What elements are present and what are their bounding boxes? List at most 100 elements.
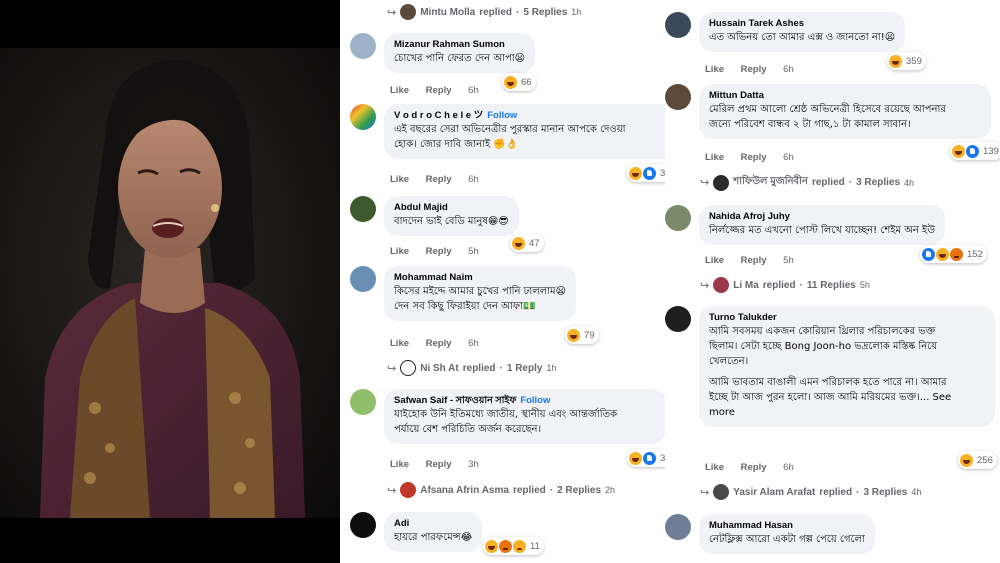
haha-reaction-icon xyxy=(629,451,642,465)
reply-arrow-icon: ↪ xyxy=(387,484,397,497)
reply-button[interactable]: Reply xyxy=(426,85,452,96)
reply-button[interactable]: Reply xyxy=(426,246,452,257)
comment-bubble: Safwan Saif - সাফওয়ান সাইফ Follow যাইহোক… xyxy=(384,389,666,444)
reply-author[interactable]: Li Ma xyxy=(733,280,759,291)
comment-time: 6h xyxy=(783,64,794,75)
haha-reaction-icon xyxy=(567,328,580,342)
commenter-name[interactable]: Muhammad Hasan xyxy=(709,519,865,532)
see-more-link[interactable]: more xyxy=(709,405,985,420)
avatar[interactable] xyxy=(350,266,376,292)
reaction-count: 359 xyxy=(906,55,922,67)
commenter-name[interactable]: Mizanur Rahman Sumon xyxy=(394,38,525,51)
reply-author[interactable]: Yasir Alam Arafat xyxy=(733,487,815,498)
reply-count[interactable]: 3 Replies xyxy=(856,177,900,188)
commenter-name[interactable]: Mittun Datta xyxy=(709,89,981,102)
comment-bubble: Muhammad Hasan নেটফ্লিক্স আরো একটা গল্প … xyxy=(699,514,875,554)
like-button[interactable]: Like xyxy=(390,174,409,185)
commenter-name[interactable]: Abdul Majid xyxy=(394,201,509,214)
comments-column-left: ↪ Mintu Molla replied · 5 Replies 1h Miz… xyxy=(345,0,676,563)
commenter-name-text[interactable]: Safwan Saif - সাফওয়ান সাইফ xyxy=(394,395,516,406)
commenter-name[interactable]: Hussain Tarek Ashes xyxy=(709,17,895,30)
comment-text-line: পর্যায়ে বেশ পরিচিতি অর্জন করেছেন। xyxy=(394,424,542,435)
reply-button[interactable]: Reply xyxy=(741,255,767,266)
reply-count[interactable]: 2 Replies xyxy=(557,485,601,496)
reply-author[interactable]: Afsana Afrin Asma xyxy=(420,485,509,496)
reply-button[interactable]: Reply xyxy=(741,462,767,473)
commenter-name-text[interactable]: V o d r o C h e l e ツ xyxy=(394,110,483,121)
reply-thread-link[interactable]: ↪ Yasir Alam Arafat replied · 3 Replies … xyxy=(700,484,921,500)
reply-count[interactable]: 1 Reply xyxy=(507,363,543,374)
reply-thread-link[interactable]: ↪ Ni Sh At replied · 1 Reply 1h xyxy=(387,360,556,376)
reply-button[interactable]: Reply xyxy=(426,174,452,185)
avatar xyxy=(713,174,730,191)
like-button[interactable]: Like xyxy=(390,85,409,96)
reaction-summary[interactable]: 11 xyxy=(483,537,544,555)
follow-button[interactable]: Follow xyxy=(520,395,550,406)
avatar[interactable] xyxy=(350,389,376,415)
avatar[interactable] xyxy=(665,205,691,231)
reaction-summary[interactable]: 47 xyxy=(510,234,544,252)
comment-actions: Like Reply 5h xyxy=(705,255,808,266)
reply-count[interactable]: 11 Replies xyxy=(807,280,856,291)
avatar[interactable] xyxy=(665,306,691,332)
avatar[interactable] xyxy=(665,514,691,540)
like-button[interactable]: Like xyxy=(705,462,724,473)
commenter-name[interactable]: Adi xyxy=(394,517,472,530)
haha-reaction-icon xyxy=(629,166,642,180)
reaction-summary[interactable]: 256 xyxy=(958,451,997,469)
commenter-name: Safwan Saif - সাফওয়ান সাইফ Follow xyxy=(394,394,656,407)
follow-button[interactable]: Follow xyxy=(487,110,517,121)
reply-thread-link[interactable]: ↪ Afsana Afrin Asma replied · 2 Replies … xyxy=(387,482,615,498)
avatar[interactable] xyxy=(350,33,376,59)
reaction-summary[interactable]: 359 xyxy=(887,52,926,70)
reply-thread-link[interactable]: ↪ Mintu Molla replied · 5 Replies 1h xyxy=(387,4,581,20)
reply-author[interactable]: Mintu Molla xyxy=(420,7,475,18)
reply-count[interactable]: 3 Replies xyxy=(863,487,907,498)
comment-actions: Like Reply 6h xyxy=(390,174,493,185)
commenter-name: V o d r o C h e l e ツ Follow xyxy=(394,109,666,122)
avatar[interactable] xyxy=(350,196,376,222)
reply-thread-link[interactable]: ↪ Li Ma replied · 11 Replies 5h xyxy=(700,277,870,293)
reply-button[interactable]: Reply xyxy=(426,338,452,349)
reaction-summary[interactable]: 66 xyxy=(502,73,536,91)
comment-text: নির্লজ্জের মত এখনো পোস্ট লিখে যাচ্ছেন! শ… xyxy=(709,225,936,236)
avatar[interactable] xyxy=(350,512,376,538)
reaction-summary[interactable]: 152 xyxy=(920,245,987,263)
reply-author[interactable]: শাফিউল মুজনিবীন xyxy=(733,174,808,191)
avatar[interactable] xyxy=(350,104,376,130)
comment-bubble: Mittun Datta মেরিল প্রথম আলো শ্রেষ্ঠ অভি… xyxy=(699,84,991,139)
reply-button[interactable]: Reply xyxy=(741,64,767,75)
avatar xyxy=(400,482,417,498)
like-button[interactable]: Like xyxy=(390,246,409,257)
comment-time: 6h xyxy=(783,462,794,473)
reaction-count: 139 xyxy=(983,145,999,157)
reply-action: replied xyxy=(512,484,546,496)
commenter-name[interactable]: Nahida Afroj Juhy xyxy=(709,210,935,223)
haha-reaction-icon xyxy=(960,453,973,467)
like-button[interactable]: Like xyxy=(705,255,724,266)
reply-button[interactable]: Reply xyxy=(426,459,452,470)
reply-time: 4h xyxy=(904,177,915,188)
reply-button[interactable]: Reply xyxy=(741,152,767,163)
commenter-name[interactable]: Turno Talukder xyxy=(709,311,985,324)
like-button[interactable]: Like xyxy=(390,338,409,349)
reaction-summary[interactable]: 79 xyxy=(565,326,599,344)
reply-thread-link[interactable]: ↪ শাফিউল মুজনিবীন replied · 3 Replies 4h xyxy=(700,174,914,191)
comment-text: এত অভিনয় তো আমার এক্স ও জানতো না!😦 xyxy=(709,32,896,43)
avatar[interactable] xyxy=(665,84,691,110)
avatar[interactable] xyxy=(665,12,691,38)
comment-text: হায়রে পারফমেন্স😂 xyxy=(394,532,473,543)
woman-speaking-image xyxy=(40,60,305,518)
reaction-summary[interactable]: 139 xyxy=(950,142,1000,160)
reply-author[interactable]: Ni Sh At xyxy=(420,363,459,374)
reply-count[interactable]: 5 Replies xyxy=(523,7,567,18)
commenter-name[interactable]: Mohammad Naim xyxy=(394,271,566,284)
reaction-count: 256 xyxy=(977,454,993,466)
like-button[interactable]: Like xyxy=(705,64,724,75)
comment-text-line: ইচ্ছে টা আজ পুরন হলো। আজ আমি মরিয়মের ভক… xyxy=(709,392,952,403)
reaction-count: 79 xyxy=(584,329,595,341)
reaction-count: 11 xyxy=(530,540,540,552)
like-button[interactable]: Like xyxy=(705,152,724,163)
comment-time: 6h xyxy=(468,338,479,349)
like-button[interactable]: Like xyxy=(390,459,409,470)
